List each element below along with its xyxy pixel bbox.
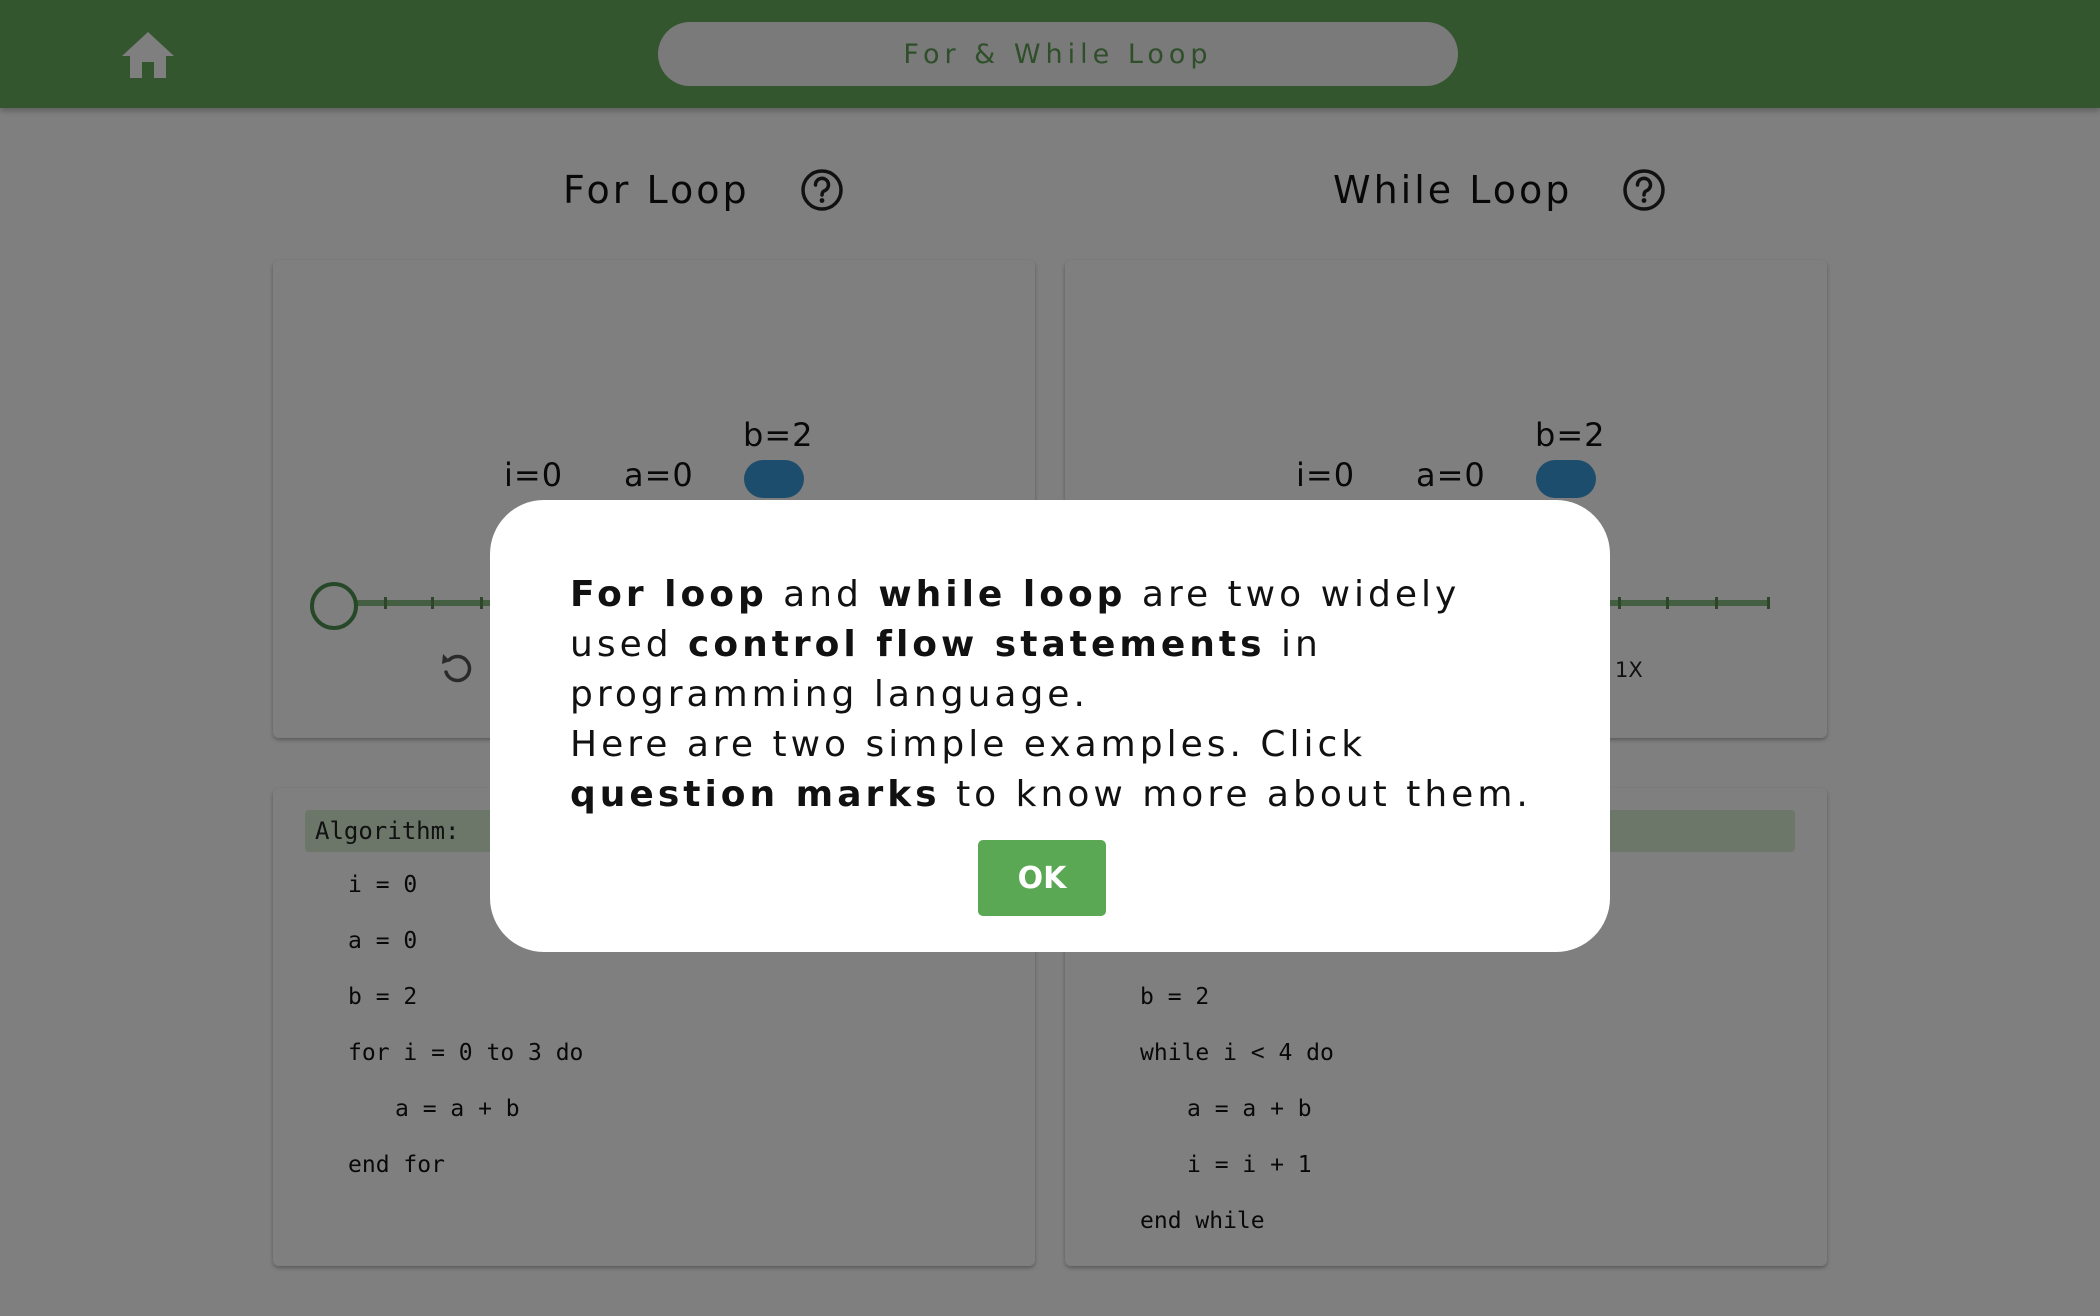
emphasis-text: control flow statements <box>688 624 1266 665</box>
dialog-text: Here are two simple examples. Click <box>570 724 1367 765</box>
dialog-text: and <box>767 574 879 615</box>
emphasis-text: For loop <box>570 574 768 615</box>
dialog-text: to know more about them. <box>940 774 1532 815</box>
emphasis-text: question marks <box>570 774 941 815</box>
ok-button[interactable]: OK <box>978 840 1106 916</box>
intro-dialog: For loop and while loop are two widely u… <box>490 500 1610 952</box>
dialog-message: For loop and while loop are two widely u… <box>570 570 1550 820</box>
emphasis-text: while loop <box>878 574 1127 615</box>
